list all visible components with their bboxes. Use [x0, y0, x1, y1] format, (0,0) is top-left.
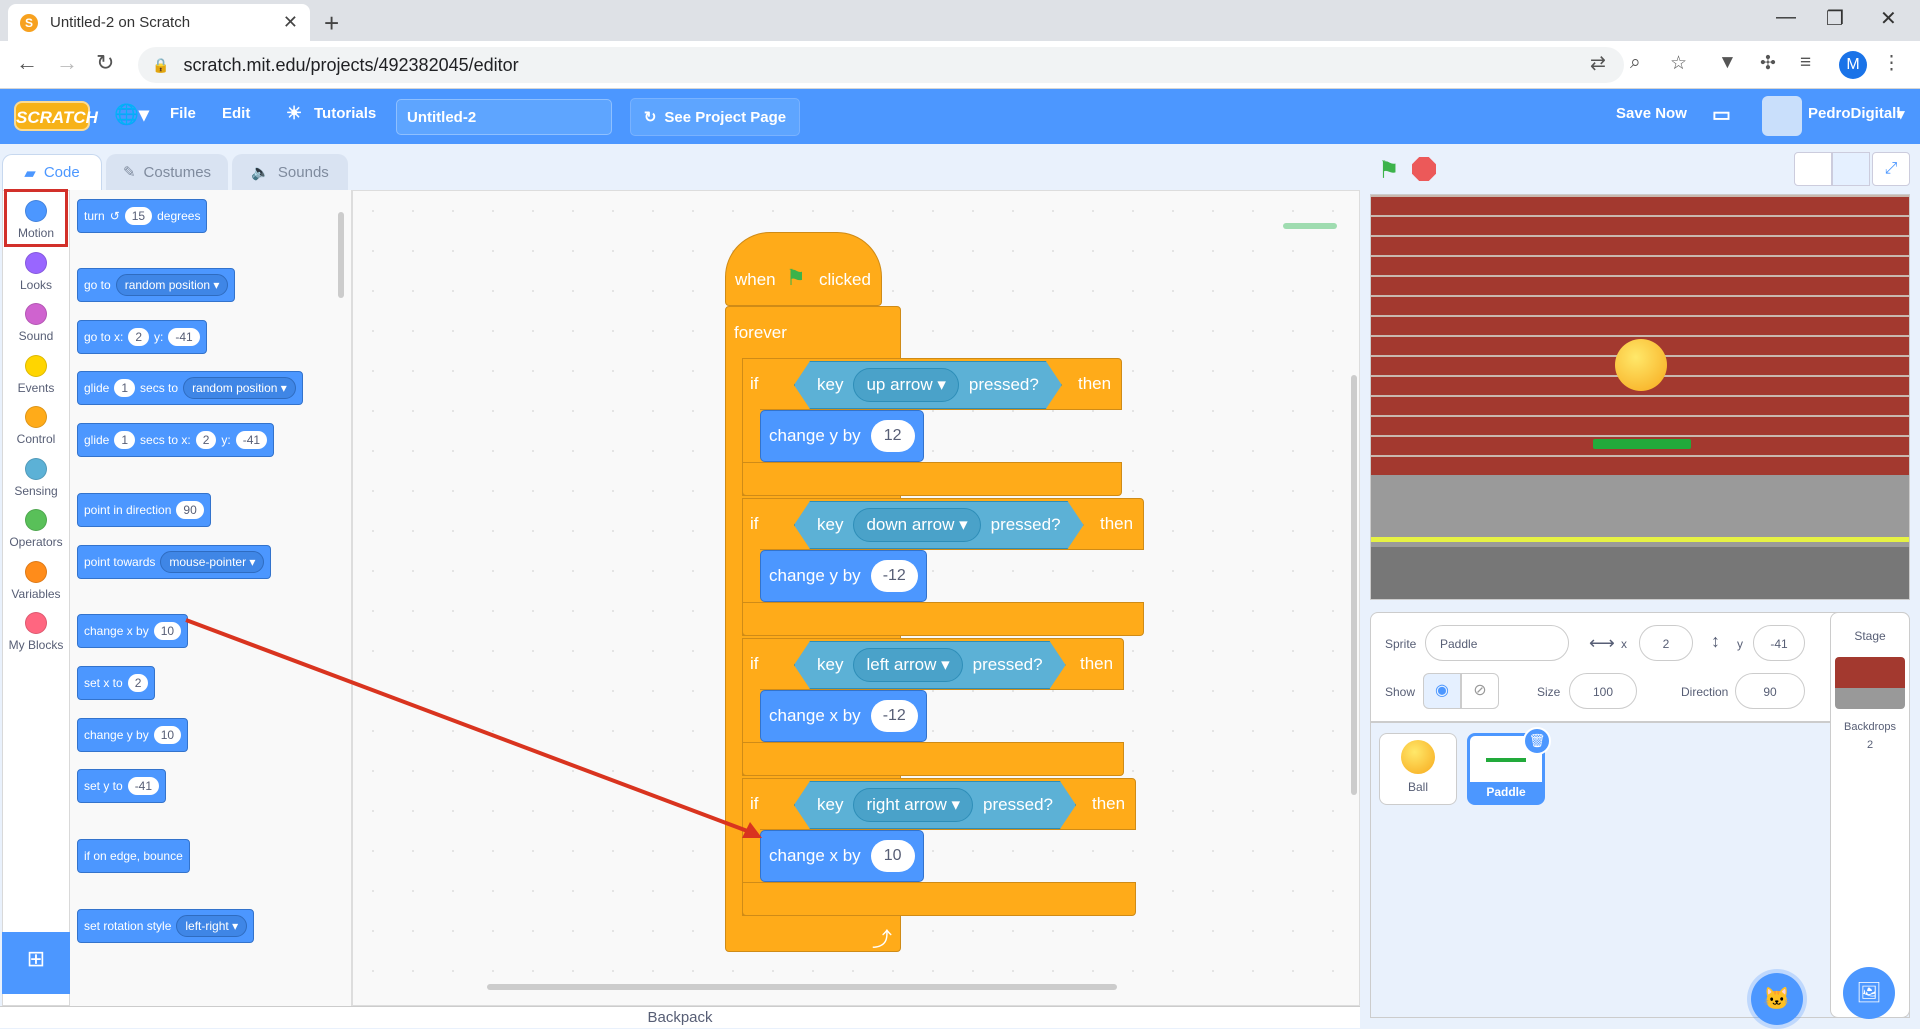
- x-input[interactable]: 2: [1639, 625, 1693, 661]
- size-input[interactable]: 100: [1569, 673, 1637, 709]
- show-visible-icon[interactable]: ◉: [1423, 673, 1461, 709]
- road-line: [1371, 537, 1909, 542]
- brick-wall: [1371, 195, 1909, 475]
- sprite-list: Ball Paddle 🗑 🐱: [1370, 722, 1910, 1025]
- y-label: y: [1737, 637, 1743, 651]
- backdrop-thumbnail: [1835, 657, 1905, 709]
- ball-thumbnail-icon: [1401, 740, 1435, 774]
- sprite-info-panel: Sprite Paddle ⟷ x 2 ↕ y -41 Show ◉ ⊘ Siz…: [1370, 612, 1910, 722]
- stage-canvas[interactable]: [1370, 194, 1910, 600]
- size-label: Size: [1537, 685, 1561, 699]
- direction-label: Direction: [1681, 685, 1729, 699]
- backpack[interactable]: Backpack: [0, 1006, 1360, 1028]
- sprite-thumb-ball[interactable]: Ball: [1379, 733, 1457, 805]
- sprite-name: Ball: [1407, 780, 1428, 794]
- backdrops-count: 2: [1866, 739, 1874, 751]
- sprite-label: Sprite: [1385, 637, 1417, 651]
- show-label: Show: [1385, 685, 1416, 699]
- fullscreen-icon[interactable]: ⤢: [1872, 152, 1910, 186]
- delete-sprite-icon[interactable]: 🗑: [1523, 727, 1551, 755]
- sprite-name-input[interactable]: Paddle: [1425, 625, 1569, 661]
- x-label: x: [1621, 637, 1627, 651]
- normal-stage-button[interactable]: [1832, 152, 1870, 186]
- small-stage-button[interactable]: [1794, 152, 1832, 186]
- choose-sprite-button[interactable]: 🐱: [1751, 973, 1803, 1025]
- direction-input[interactable]: 90: [1735, 673, 1805, 709]
- horizontal-arrows-icon: ⟷: [1589, 633, 1615, 653]
- choose-backdrop-button[interactable]: 🖼: [1843, 967, 1895, 1019]
- stage-title: Stage: [1854, 629, 1886, 643]
- y-input[interactable]: -41: [1753, 625, 1805, 661]
- road-curb: [1371, 547, 1909, 599]
- vertical-arrows-icon: ↕: [1711, 631, 1720, 651]
- sprite-name: Paddle: [1470, 782, 1542, 802]
- green-flag-button[interactable]: ⚑: [1378, 156, 1400, 185]
- backdrops-label: Backdrops: [1844, 721, 1896, 733]
- hide-icon[interactable]: ⊘: [1461, 673, 1499, 709]
- paddle-sprite[interactable]: [1593, 439, 1691, 449]
- paddle-thumbnail-icon: [1486, 758, 1526, 762]
- stage-selector[interactable]: Stage Backdrops 2 🖼: [1830, 612, 1910, 1019]
- ball-sprite[interactable]: [1615, 339, 1667, 391]
